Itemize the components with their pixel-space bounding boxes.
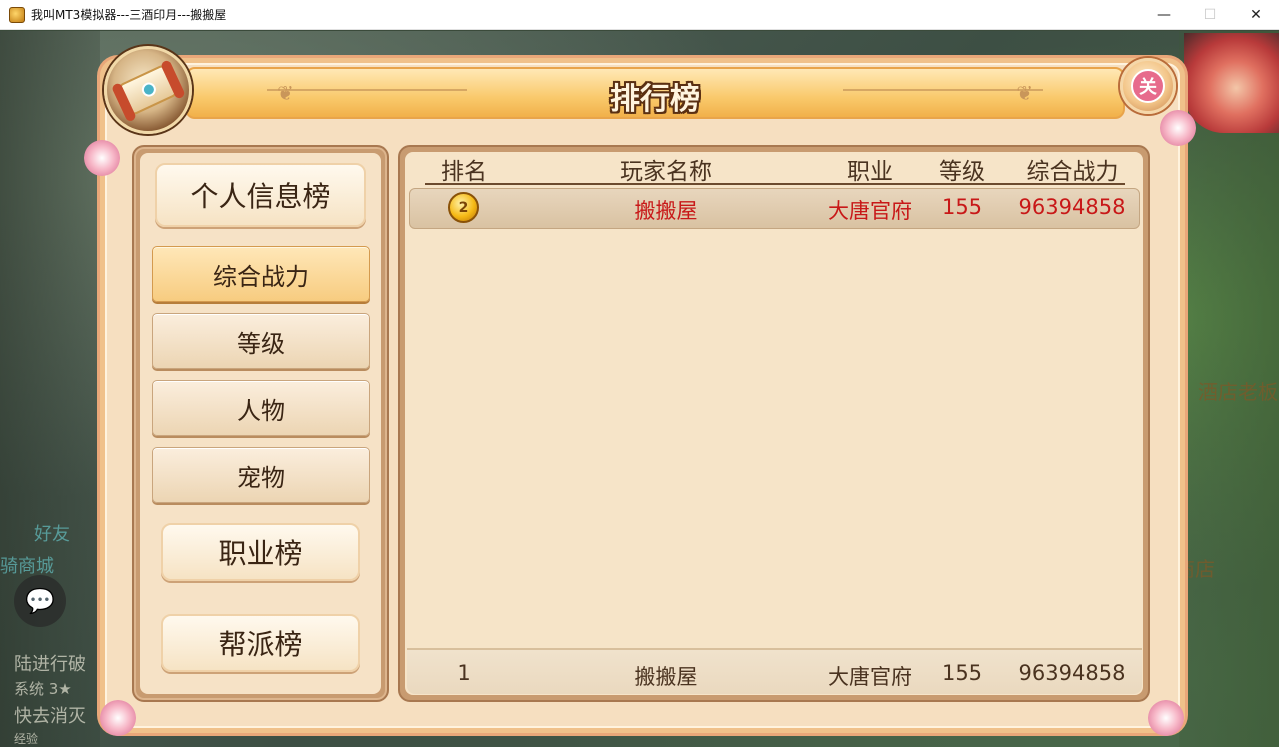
column-header-combat-power: 综合战力: [1026, 159, 1119, 185]
column-header-class: 职业: [847, 159, 893, 185]
self-class: 大唐官府: [828, 665, 912, 689]
scene-left-edge: [0, 31, 100, 747]
chat-bubble-icon[interactable]: 💬: [14, 575, 66, 627]
app-icon: [9, 6, 25, 23]
column-header-level: 等级: [939, 159, 985, 185]
self-rank: 1: [457, 661, 471, 685]
close-panel-button[interactable]: 关: [1120, 58, 1176, 114]
row-level: 155: [941, 195, 983, 219]
window-controls: — ☐ ✕: [1141, 0, 1279, 30]
blossom-ornament-icon: [1148, 700, 1184, 736]
gold-medal-icon: 2: [448, 192, 479, 223]
ranking-table: [405, 152, 1143, 695]
category-personal-info[interactable]: 个人信息榜: [155, 163, 366, 227]
row-player-name: 搬搬屋: [634, 199, 698, 223]
chat-line: 系统 3★: [14, 680, 72, 698]
panel-title: 排行榜: [610, 82, 700, 117]
row-combat-power: 96394858: [1018, 195, 1126, 219]
chat-line: 快去消灭: [14, 706, 86, 727]
mall-label[interactable]: 骑商城: [0, 552, 54, 578]
scroll-emblem-icon: [104, 46, 192, 134]
self-combat-power: 96394858: [1018, 661, 1126, 685]
close-window-button[interactable]: ✕: [1233, 0, 1279, 30]
row-class: 大唐官府: [828, 199, 912, 223]
blossom-ornament-icon: [100, 700, 136, 736]
window-title: 我叫MT3模拟器---三酒印月---搬搬屋: [31, 8, 227, 22]
sub-tab-character[interactable]: 人物: [152, 380, 370, 436]
category-class-ranking[interactable]: 职业榜: [161, 523, 360, 581]
header-divider: [425, 183, 1125, 185]
exp-label: 经验: [14, 732, 39, 746]
self-player-name: 搬搬屋: [634, 665, 698, 689]
player-avatar-portrait[interactable]: [1184, 33, 1279, 133]
maximize-button[interactable]: ☐: [1187, 0, 1233, 30]
chat-line: 陆进行破: [14, 654, 86, 675]
panel-header: ❦ ❦ 排行榜: [185, 67, 1125, 119]
sub-tab-combat-power[interactable]: 综合战力: [152, 246, 370, 302]
sub-tab-level[interactable]: 等级: [152, 313, 370, 369]
npc-label-tavern: 酒店老板: [1198, 380, 1278, 404]
column-header-rank: 排名: [441, 159, 487, 185]
blossom-ornament-icon: [1160, 110, 1196, 146]
window-titlebar: 我叫MT3模拟器---三酒印月---搬搬屋 — ☐ ✕: [0, 0, 1279, 30]
blossom-ornament-icon: [84, 140, 120, 176]
category-guild-ranking[interactable]: 帮派榜: [161, 614, 360, 672]
close-icon: 关: [1131, 69, 1165, 103]
column-header-player-name: 玩家名称: [620, 159, 712, 185]
scroll-icon: [117, 63, 179, 117]
self-level: 155: [941, 661, 983, 685]
minimize-button[interactable]: —: [1141, 0, 1187, 30]
gem-icon: [139, 80, 159, 99]
sub-tab-pet[interactable]: 宠物: [152, 447, 370, 503]
friends-label[interactable]: 好友: [34, 520, 70, 546]
